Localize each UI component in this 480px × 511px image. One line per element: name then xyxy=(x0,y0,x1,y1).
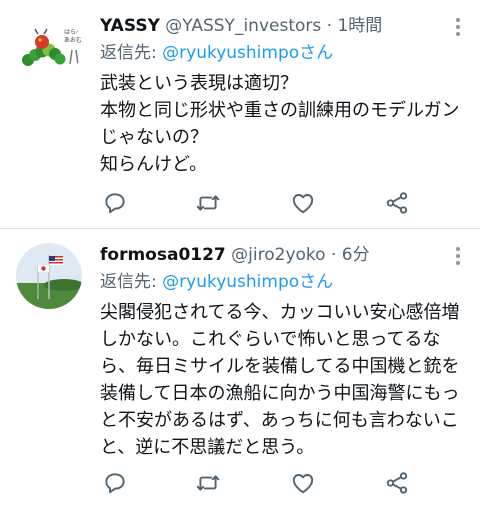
reply-label: 返信先: xyxy=(100,272,163,292)
share-icon[interactable] xyxy=(384,190,410,216)
svg-text:はらぺこ: はらぺこ xyxy=(64,29,82,36)
avatar[interactable]: はらぺこ あおむし xyxy=(16,14,82,80)
tweet-actions xyxy=(100,470,460,496)
tweet[interactable]: formosa0127 @jiro2yoko · 6分 返信先: @ryukyu… xyxy=(0,229,480,511)
heart-icon[interactable] xyxy=(290,470,316,496)
retweet-icon[interactable] xyxy=(195,190,221,216)
retweet-icon[interactable] xyxy=(195,470,221,496)
tweet-text: 武装という表現は適切？ 本物と同じ形状や重さの訓練用のモデルガンじゃないの？ 知… xyxy=(100,73,460,175)
tweet-text: 尖閣侵犯されてる今、カッコいい安心感倍増しかない。これぐらいで怖いと思ってるなら… xyxy=(100,302,460,458)
flag-avatar-image xyxy=(16,243,82,309)
heart-icon[interactable] xyxy=(290,190,316,216)
reply-mention-link[interactable]: @ryukyushimpoさん xyxy=(162,43,333,63)
tweet[interactable]: はらぺこ あおむし YASSY @YASSY_investors · 1時間 返… xyxy=(0,0,480,228)
avatar[interactable] xyxy=(16,243,82,309)
handle-and-time[interactable]: @YASSY_investors · 1時間 xyxy=(165,16,382,36)
caterpillar-avatar-image: はらぺこ あおむし xyxy=(16,14,82,80)
reply-context: 返信先: @ryukyushimpoさん xyxy=(100,41,333,65)
reply-mention-link[interactable]: @ryukyushimpoさん xyxy=(162,272,333,292)
share-icon[interactable] xyxy=(384,470,410,496)
tweet-header: formosa0127 @jiro2yoko · 6分 xyxy=(100,243,370,267)
reply-icon[interactable] xyxy=(102,190,128,216)
more-vertical-icon[interactable] xyxy=(450,247,466,265)
more-vertical-icon[interactable] xyxy=(450,18,466,36)
reply-context: 返信先: @ryukyushimpoさん xyxy=(100,270,333,294)
handle-and-time[interactable]: @jiro2yoko · 6分 xyxy=(231,245,369,265)
tweet-header: YASSY @YASSY_investors · 1時間 xyxy=(100,14,382,38)
svg-text:あおむし: あおむし xyxy=(64,37,82,44)
display-name[interactable]: formosa0127 xyxy=(100,245,226,265)
reply-label: 返信先: xyxy=(100,43,163,63)
display-name[interactable]: YASSY xyxy=(100,16,160,36)
tweet-actions xyxy=(100,190,460,216)
reply-icon[interactable] xyxy=(102,470,128,496)
